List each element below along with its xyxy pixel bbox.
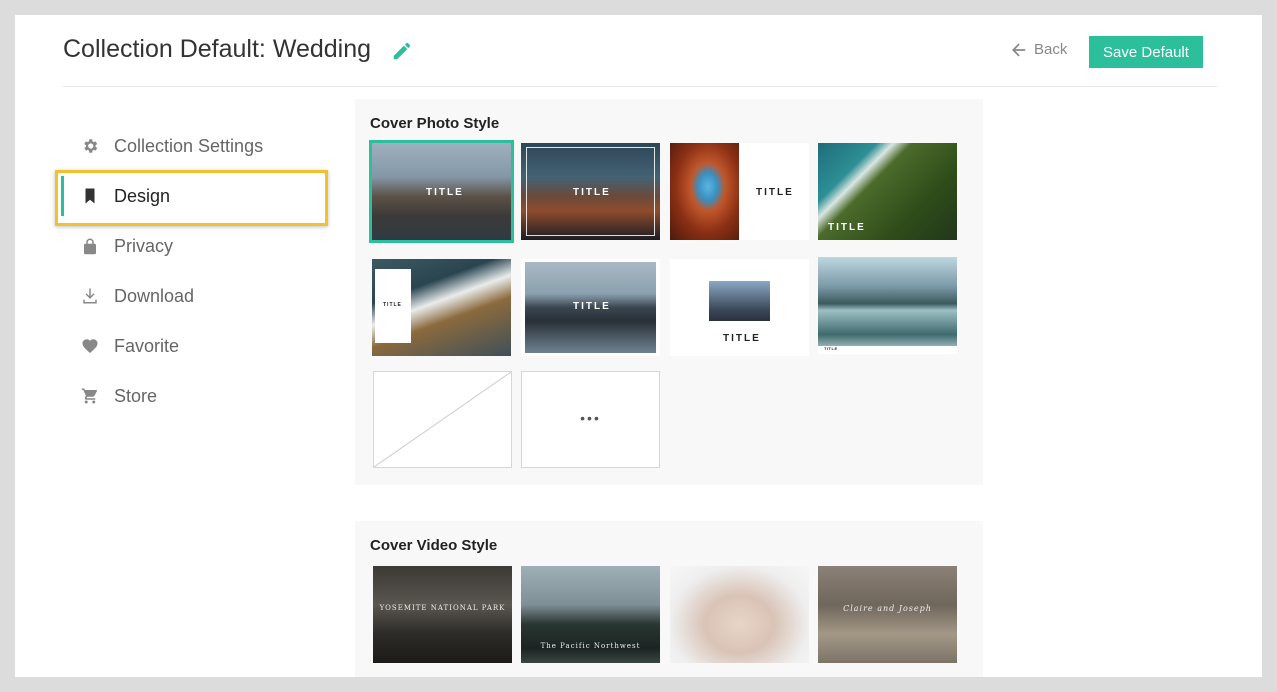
gear-icon bbox=[80, 136, 100, 156]
back-label: Back bbox=[1034, 41, 1068, 58]
thumb-title-label: TITLE bbox=[756, 187, 794, 198]
ellipsis-icon: ••• bbox=[580, 410, 601, 426]
thumb-title-label: TITLE bbox=[573, 187, 611, 198]
page-header: Collection Default: Wedding Back Save De… bbox=[63, 15, 1217, 87]
cover-video-style-1-thumbnail[interactable]: YOSEMITE NATIONAL PARK bbox=[373, 566, 512, 663]
thumb-image bbox=[670, 143, 739, 240]
lock-icon bbox=[80, 236, 100, 256]
save-default-button[interactable]: Save Default bbox=[1089, 36, 1203, 68]
pencil-icon[interactable] bbox=[391, 40, 413, 62]
heart-icon bbox=[80, 336, 100, 356]
sidebar-item-design[interactable]: Design bbox=[55, 171, 330, 221]
app-frame: Collection Default: Wedding Back Save De… bbox=[15, 15, 1262, 677]
cart-icon bbox=[80, 386, 100, 406]
cover-video-style-4-thumbnail[interactable]: Claire and Joseph bbox=[818, 566, 957, 663]
sidebar-item-label: Design bbox=[114, 185, 171, 206]
video-thumb-text: The Pacific Northwest bbox=[540, 642, 641, 650]
back-button[interactable]: Back bbox=[1012, 41, 1067, 58]
cover-video-style-panel: Cover Video Style YOSEMITE NATIONAL PARK… bbox=[355, 521, 983, 677]
arrow-left-icon bbox=[1012, 43, 1026, 56]
cover-video-style-title: Cover Video Style bbox=[370, 537, 498, 554]
download-icon bbox=[80, 286, 100, 306]
video-thumb-text: YOSEMITE NATIONAL PARK bbox=[379, 604, 506, 612]
sidebar-item-download[interactable]: Download bbox=[55, 271, 330, 321]
cover-style-8-thumbnail[interactable]: TITLE bbox=[818, 257, 957, 354]
cover-style-6-thumbnail[interactable]: TITLE bbox=[521, 259, 660, 356]
cover-style-7-thumbnail[interactable]: TITLE bbox=[670, 259, 809, 356]
sidebar-item-label: Collection Settings bbox=[114, 135, 264, 156]
cover-video-style-3-thumbnail[interactable] bbox=[670, 566, 809, 663]
cover-photo-style-title: Cover Photo Style bbox=[370, 115, 500, 132]
sidebar-item-privacy[interactable]: Privacy bbox=[55, 221, 330, 271]
cover-style-1-thumbnail[interactable]: TITLE bbox=[369, 140, 514, 243]
sidebar-item-label: Privacy bbox=[114, 235, 174, 256]
sidebar-item-favorite[interactable]: Favorite bbox=[55, 321, 330, 371]
cover-style-none-thumbnail[interactable] bbox=[373, 371, 512, 468]
thumb-title-label: TITLE bbox=[828, 222, 866, 233]
cover-style-3-thumbnail[interactable]: TITLE bbox=[670, 143, 809, 240]
sidebar-item-store[interactable]: Store bbox=[55, 371, 330, 421]
thumb-image bbox=[709, 281, 770, 321]
more-styles-button[interactable]: ••• bbox=[521, 371, 660, 468]
video-thumb-text: Claire and Joseph bbox=[843, 604, 932, 613]
thumb-title-label: TITLE bbox=[573, 301, 611, 312]
thumb-title-label: TITLE bbox=[824, 346, 838, 351]
diagonal-line-icon bbox=[374, 372, 511, 467]
thumb-title-label: TITLE bbox=[426, 187, 464, 198]
sidebar-item-label: Store bbox=[114, 385, 158, 406]
sidebar-item-label: Favorite bbox=[114, 335, 180, 356]
cover-style-4-thumbnail[interactable]: TITLE bbox=[818, 143, 957, 240]
cover-style-5-thumbnail[interactable]: TITLE bbox=[372, 259, 511, 356]
page-title: Collection Default: Wedding bbox=[63, 35, 372, 63]
cover-photo-style-panel: Cover Photo Style TITLE TITLE TITLE TITL… bbox=[355, 99, 983, 485]
cover-style-2-thumbnail[interactable]: TITLE bbox=[521, 143, 660, 240]
thumb-title-label: TITLE bbox=[383, 302, 402, 308]
thumb-caption-bar bbox=[818, 346, 957, 354]
sidebar-item-collection-settings[interactable]: Collection Settings bbox=[55, 121, 330, 171]
cover-video-style-2-thumbnail[interactable]: The Pacific Northwest bbox=[521, 566, 660, 663]
thumb-title-label: TITLE bbox=[723, 333, 761, 344]
bookmark-icon bbox=[80, 186, 100, 206]
sidebar-item-label: Download bbox=[114, 285, 195, 306]
sidebar: Collection Settings Design Privacy Downl… bbox=[55, 121, 330, 421]
